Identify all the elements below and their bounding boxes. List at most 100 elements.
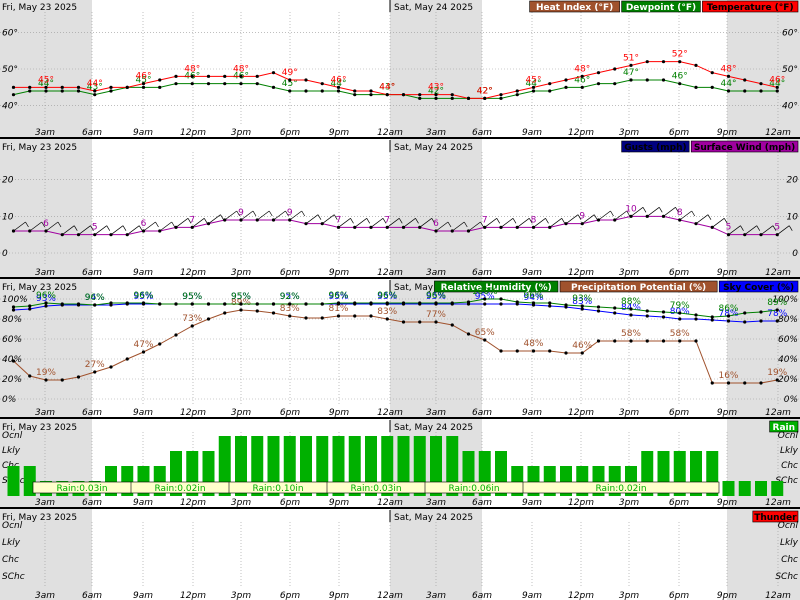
- relative-humidity-point: [320, 302, 324, 306]
- precip-potential-point: [401, 320, 406, 324]
- time-label: 12pm: [180, 591, 206, 600]
- time-label: 3am: [35, 498, 55, 508]
- time-label: 3am: [426, 591, 446, 600]
- relative-humidity-point: [743, 311, 747, 315]
- time-label: 12am: [377, 591, 403, 600]
- time-label: 6am: [82, 591, 102, 600]
- rain-amount-label: Rain:0.03in: [350, 484, 401, 494]
- surface-wind-point: [661, 214, 666, 218]
- wind-barb-flag: [512, 218, 517, 224]
- surface-wind-point: [499, 225, 503, 229]
- time-label: 12am: [377, 128, 403, 138]
- wind-barb-flag: [496, 218, 501, 224]
- rain-bar: [7, 466, 20, 496]
- temperature-data-label: 46°: [769, 75, 785, 85]
- temperature-point: [775, 85, 779, 89]
- thunder-level-label: Chc: [781, 555, 798, 565]
- y-tick-label: 100%: [2, 295, 28, 305]
- dewpoint-point: [726, 89, 731, 93]
- surface-wind-data-label: 9: [287, 208, 293, 218]
- y-tick-label: 40%: [778, 355, 798, 365]
- dewpoint-point: [320, 89, 324, 93]
- legend-label: Gusts (mph): [624, 143, 686, 153]
- precip-potential-point: [44, 378, 48, 382]
- surface-wind-point: [369, 225, 373, 229]
- time-label: 3am: [426, 498, 446, 508]
- time-label: 9am: [133, 128, 153, 138]
- wind-barb: [647, 207, 660, 217]
- time-label: 12pm: [180, 408, 206, 418]
- dewpoint-data-label: 47°: [623, 68, 639, 78]
- temperature-point: [531, 85, 536, 89]
- time-label: 9pm: [329, 498, 349, 508]
- relative-humidity-point: [125, 301, 129, 305]
- precip-potential-point: [726, 381, 731, 385]
- legend-label: Dewpoint (°F): [626, 3, 696, 13]
- wind-barb-flag: [658, 207, 663, 213]
- surface-wind-point: [629, 214, 633, 218]
- temperature-point: [44, 85, 48, 89]
- time-label: 12pm: [180, 128, 206, 138]
- relative-humidity-point: [93, 303, 97, 307]
- precip-potential-data-label: 47%: [133, 340, 153, 350]
- y-tick-label: 60°: [2, 28, 18, 38]
- precip-potential-point: [271, 311, 276, 315]
- sky-cover-point: [613, 311, 617, 315]
- precip-potential-point: [710, 381, 714, 385]
- time-label: 12pm: [568, 128, 594, 138]
- time-label: 9pm: [329, 268, 349, 278]
- precip-potential-data-label: 77%: [426, 310, 446, 320]
- precip-potential-point: [28, 374, 32, 378]
- rain-level-label: Ocnl: [2, 431, 23, 441]
- precip-potential-point: [531, 349, 536, 353]
- wind-barb: [517, 218, 530, 228]
- surface-wind-point: [596, 218, 601, 222]
- sky-cover-point: [743, 320, 747, 324]
- time-label: 12am: [765, 128, 791, 138]
- legend-label: Precipitation Potential (%): [571, 283, 706, 293]
- precip-potential-point: [515, 349, 519, 353]
- surface-wind-point: [271, 218, 276, 222]
- precip-potential-point: [743, 381, 747, 385]
- wind-barb: [257, 210, 270, 221]
- dewpoint-point: [336, 89, 341, 93]
- dewpoint-point: [44, 89, 48, 93]
- time-label: 3pm: [231, 268, 251, 278]
- night-shading: [0, 0, 800, 600]
- temperature-point: [743, 78, 747, 82]
- temperature-point: [499, 93, 503, 97]
- sky-cover-point: [759, 319, 763, 323]
- time-label: 3pm: [619, 408, 639, 418]
- surface-wind-point: [466, 229, 471, 233]
- relative-humidity-data-label: 96%: [36, 291, 56, 301]
- y-tick-label: 50°: [2, 65, 18, 75]
- precip-potential-point: [613, 339, 617, 343]
- temperature-data-label: 44°: [379, 83, 395, 93]
- wind-barb-flag: [317, 214, 322, 220]
- relative-humidity-point: [418, 301, 422, 305]
- temperature-point: [336, 85, 341, 89]
- sky-cover-point: [629, 313, 633, 317]
- surface-wind-point: [743, 233, 747, 237]
- dewpoint-point: [288, 89, 292, 93]
- dewpoint-point: [93, 93, 97, 97]
- temperature-point: [239, 74, 243, 78]
- surface-wind-point: [125, 233, 129, 237]
- relative-humidity-point: [44, 301, 48, 305]
- precip-potential-point: [336, 314, 341, 318]
- relative-humidity-point: [548, 301, 552, 305]
- surface-wind-point: [239, 218, 243, 222]
- temperature-point: [76, 85, 81, 89]
- precip-potential-point: [60, 378, 64, 382]
- wind-barb-flag: [220, 214, 224, 220]
- dewpoint-point: [434, 96, 438, 100]
- y-tick-label: 20%: [2, 375, 22, 385]
- time-label: 9am: [133, 268, 153, 278]
- time-label: 3am: [35, 128, 55, 138]
- surface-wind-data-label: 9: [579, 212, 585, 222]
- wind-barb-flag: [252, 210, 257, 217]
- dewpoint-point: [759, 89, 763, 93]
- surface-wind-point: [726, 233, 731, 237]
- precip-potential-point: [174, 333, 178, 337]
- precip-potential-point: [759, 381, 763, 385]
